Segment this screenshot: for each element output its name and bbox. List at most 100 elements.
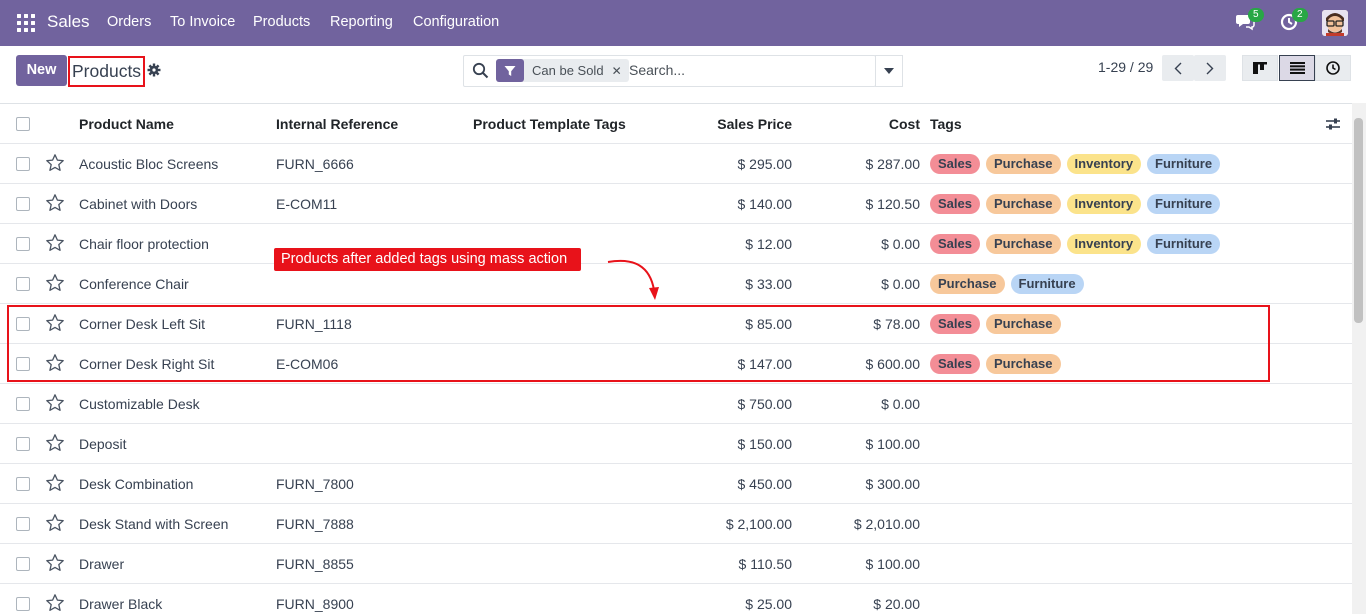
table-row[interactable]: Drawer FURN_8855 $ 110.50 $ 100.00 xyxy=(0,544,1352,584)
tag-badge: Inventory xyxy=(1066,234,1142,254)
kanban-view-button[interactable] xyxy=(1242,55,1278,81)
cost-cell: $ 0.00 xyxy=(881,276,920,292)
activities-icon[interactable]: 2 xyxy=(1279,8,1308,33)
table-row[interactable]: Desk Combination FURN_7800 $ 450.00 $ 300.0… xyxy=(0,464,1352,504)
messages-icon[interactable]: 5 xyxy=(1235,8,1264,33)
cost-cell: $ 2,010.00 xyxy=(853,516,920,532)
tags-cell: Sales Purchase Inventory Furniture xyxy=(930,154,1221,174)
new-button[interactable]: New xyxy=(16,55,67,86)
pager-next-button[interactable] xyxy=(1194,55,1226,81)
table-row[interactable]: Deposit $ 150.00 $ 100.00 xyxy=(0,424,1352,464)
favorite-star-icon[interactable] xyxy=(45,553,65,573)
row-checkbox[interactable] xyxy=(16,437,30,451)
list-icon xyxy=(1289,62,1305,74)
menu-products[interactable]: Products xyxy=(253,14,310,30)
sales-price-cell: $ 110.50 xyxy=(738,556,792,572)
activities-badge: 2 xyxy=(1292,8,1308,22)
product-name-cell: Acoustic Bloc Screens xyxy=(79,156,219,172)
table-row[interactable]: Desk Stand with Screen FURN_7888 $ 2,100.0… xyxy=(0,504,1352,544)
apps-menu-icon[interactable] xyxy=(17,14,35,32)
sales-price-cell: $ 12.00 xyxy=(745,236,792,252)
column-header-cost[interactable]: Cost xyxy=(820,104,920,144)
row-checkbox[interactable] xyxy=(16,197,30,211)
column-header-sales-price[interactable]: Sales Price xyxy=(692,104,792,144)
internal-reference-cell: FURN_8900 xyxy=(276,596,354,612)
search-input[interactable] xyxy=(629,59,869,81)
user-avatar[interactable] xyxy=(1322,10,1348,36)
cost-cell: $ 0.00 xyxy=(881,236,920,252)
list-view-button[interactable] xyxy=(1279,55,1315,81)
tag-badge: Inventory xyxy=(1066,154,1142,174)
row-checkbox[interactable] xyxy=(16,517,30,531)
pager-previous-button[interactable] xyxy=(1162,55,1194,81)
favorite-star-icon[interactable] xyxy=(45,273,65,293)
product-name-cell: Conference Chair xyxy=(79,276,189,292)
row-checkbox[interactable] xyxy=(16,397,30,411)
column-header-product-name[interactable]: Product Name xyxy=(79,104,174,144)
scrollbar-thumb[interactable] xyxy=(1354,118,1363,323)
filter-facet: Can be Sold ✕ xyxy=(496,59,629,82)
tags-cell: Purchase Furniture xyxy=(930,274,1084,294)
table-row[interactable]: Acoustic Bloc Screens FURN_6666 $ 295.00 $ … xyxy=(0,144,1352,184)
favorite-star-icon[interactable] xyxy=(45,193,65,213)
facet-remove-icon[interactable]: ✕ xyxy=(612,64,629,78)
product-name-cell: Drawer Black xyxy=(79,596,163,612)
cost-cell: $ 20.00 xyxy=(873,596,920,612)
table-row[interactable]: Cabinet with Doors E-COM11 $ 140.00 $ 120.5… xyxy=(0,184,1352,224)
menu-orders[interactable]: Orders xyxy=(107,14,151,30)
favorite-star-icon[interactable] xyxy=(45,393,65,413)
top-navbar: Sales Orders To Invoice Products Reporti… xyxy=(0,0,1366,46)
tag-badge: Sales xyxy=(930,234,980,254)
product-name-cell: Customizable Desk xyxy=(79,396,200,412)
favorite-star-icon[interactable] xyxy=(45,153,65,173)
facet-label: Can be Sold xyxy=(532,63,604,78)
menu-reporting[interactable]: Reporting xyxy=(330,14,393,30)
favorite-star-icon[interactable] xyxy=(45,473,65,493)
search-options-toggle[interactable] xyxy=(875,55,903,87)
annotation-label: Products after added tags using mass act… xyxy=(274,248,582,271)
cost-cell: $ 0.00 xyxy=(881,396,920,412)
internal-reference-cell: E-COM11 xyxy=(276,196,338,212)
column-header-template-tags[interactable]: Product Template Tags xyxy=(473,104,626,144)
favorite-star-icon[interactable] xyxy=(45,433,65,453)
table-row[interactable]: Chair floor protection $ 12.00 $ 0.00 Sales… xyxy=(0,224,1352,264)
product-name-cell: Drawer xyxy=(79,556,125,572)
tag-badge: Furniture xyxy=(1147,194,1221,214)
menu-to-invoice[interactable]: To Invoice xyxy=(170,14,235,30)
activity-view-button[interactable] xyxy=(1315,55,1351,81)
tag-badge: Purchase xyxy=(985,194,1061,214)
internal-reference-cell: FURN_7888 xyxy=(276,516,354,532)
tag-badge: Furniture xyxy=(1147,234,1221,254)
search-icon[interactable] xyxy=(472,62,489,79)
favorite-star-icon[interactable] xyxy=(45,593,65,613)
product-name-cell: Cabinet with Doors xyxy=(79,196,198,212)
highlight-box xyxy=(7,305,1270,382)
row-checkbox[interactable] xyxy=(16,157,30,171)
column-header-tags[interactable]: Tags xyxy=(930,104,962,144)
menu-configuration[interactable]: Configuration xyxy=(413,14,499,30)
tag-badge: Sales xyxy=(930,154,980,174)
product-name-cell: Desk Combination xyxy=(79,476,194,492)
table-row[interactable]: Customizable Desk $ 750.00 $ 0.00 xyxy=(0,384,1352,424)
table-row[interactable]: Drawer Black FURN_8900 $ 25.00 $ 20.00 xyxy=(0,584,1352,614)
table-row[interactable]: Conference Chair $ 33.00 $ 0.00 Purchase Fur… xyxy=(0,264,1352,304)
favorite-star-icon[interactable] xyxy=(45,233,65,253)
column-header-internal-reference[interactable]: Internal Reference xyxy=(276,104,398,144)
row-checkbox[interactable] xyxy=(16,277,30,291)
pager-value[interactable]: 1-29 / 29 xyxy=(1098,59,1153,75)
select-all-checkbox[interactable] xyxy=(16,117,30,131)
gear-icon[interactable] xyxy=(147,63,161,77)
internal-reference-cell: FURN_8855 xyxy=(276,556,354,572)
favorite-star-icon[interactable] xyxy=(45,513,65,533)
breadcrumb: Products xyxy=(72,61,142,81)
row-checkbox[interactable] xyxy=(16,557,30,571)
row-checkbox[interactable] xyxy=(16,477,30,491)
row-checkbox[interactable] xyxy=(16,597,30,611)
app-name[interactable]: Sales xyxy=(47,12,90,32)
optional-columns-icon[interactable] xyxy=(1325,116,1341,132)
row-checkbox[interactable] xyxy=(16,237,30,251)
tag-badge: Furniture xyxy=(1010,274,1084,294)
chevron-right-icon xyxy=(1206,62,1214,74)
product-name-cell: Chair floor protection xyxy=(79,236,209,252)
cost-cell: $ 100.00 xyxy=(865,436,921,452)
